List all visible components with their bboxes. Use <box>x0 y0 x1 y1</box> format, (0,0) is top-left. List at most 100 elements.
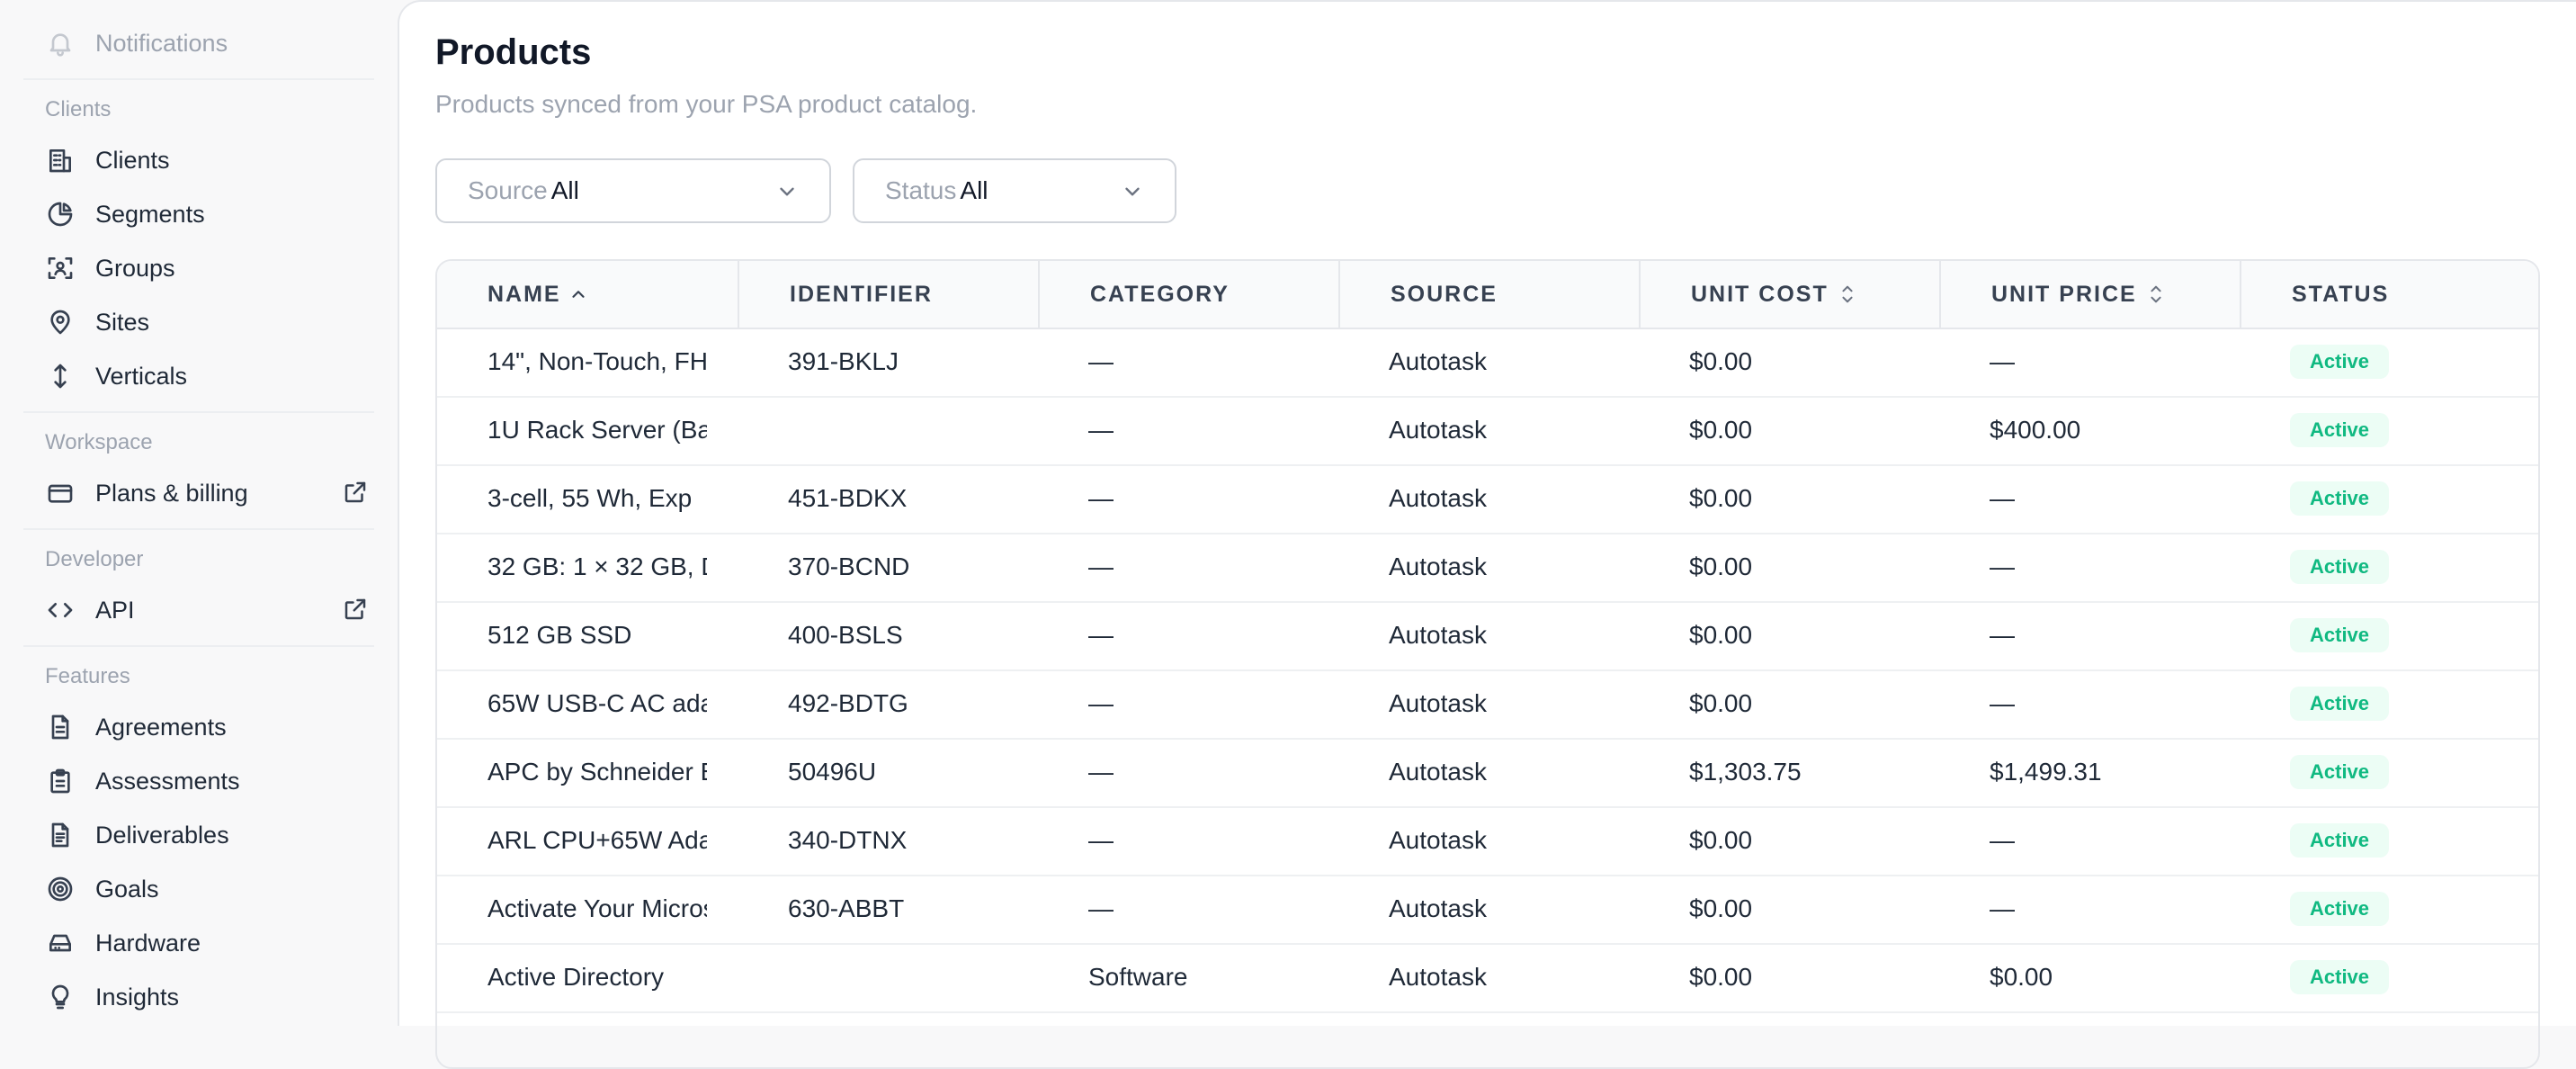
sidebar-item-assessments[interactable]: Assessments <box>45 754 369 808</box>
cell-name: APC by Schneider Electric <box>487 758 707 786</box>
column-header-name[interactable]: Name <box>437 261 738 328</box>
cell-unit-cost: $0.00 <box>1689 621 1753 649</box>
sidebar-item-insights[interactable]: Insights <box>45 970 369 1024</box>
cell-identifier: 370-BCND <box>788 552 910 580</box>
bell-icon <box>45 28 76 58</box>
arrows-vertical-icon <box>45 361 76 391</box>
cell-name: Active Directory <box>487 963 665 991</box>
cell-category: — <box>1088 758 1114 786</box>
table-row[interactable]: 65W USB-C AC adapter 492-BDTG — Autotask $0.… <box>437 669 2538 740</box>
source-filter-label: Source <box>468 176 548 204</box>
sidebar: Notifications Clients Clients Segments G… <box>0 0 398 1011</box>
target-icon <box>45 874 76 904</box>
cell-source: Autotask <box>1389 963 1487 991</box>
sidebar-item-agreements[interactable]: Agreements <box>45 700 369 754</box>
table-row[interactable]: Activate Your Microsoft 630-ABBT — Autotask… <box>437 875 2538 945</box>
sidebar-item-verticals[interactable]: Verticals <box>45 349 369 403</box>
source-filter-select[interactable]: Source All <box>435 158 831 223</box>
cell-unit-cost: $0.00 <box>1689 416 1753 444</box>
sidebar-item-label: Verticals <box>95 362 188 390</box>
status-badge: Active <box>2290 823 2390 858</box>
sidebar-item-goals[interactable]: Goals <box>45 862 369 916</box>
cell-unit-cost: $0.00 <box>1689 347 1753 375</box>
column-header-label: Category <box>1090 281 1230 307</box>
sidebar-item-deliverables[interactable]: Deliverables <box>45 808 369 862</box>
column-header-status[interactable]: Status <box>2240 261 2538 328</box>
cell-unit-cost: $0.00 <box>1689 552 1753 580</box>
sidebar-item-segments[interactable]: Segments <box>45 187 369 241</box>
table-header: Name Identifier Category Source Unit Cos… <box>437 261 2538 329</box>
cell-name: 512 GB SSD <box>487 621 632 649</box>
column-header-identifier[interactable]: Identifier <box>738 261 1038 328</box>
sidebar-item-label: Segments <box>95 200 205 228</box>
cell-name: 1U Rack Server (Base) <box>487 416 707 444</box>
column-header-category[interactable]: Category <box>1038 261 1338 328</box>
cell-unit-cost: $0.00 <box>1689 894 1753 922</box>
credit-card-icon <box>45 478 76 508</box>
table-row[interactable]: ARL CPU+65W Adapter 340-DTNX — Autotask $0.0… <box>437 806 2538 876</box>
cell-status: Active <box>2240 669 2538 738</box>
cell-category: Software <box>1088 963 1188 991</box>
cell-category: — <box>1088 416 1114 444</box>
column-header-label: Status <box>2292 281 2390 307</box>
table-row[interactable]: 512 GB SSD 400-BSLS — Autotask $0.00 — Active <box>437 601 2538 671</box>
sort-ascending-icon <box>561 284 588 304</box>
cell-identifier: 340-DTNX <box>788 826 908 854</box>
divider <box>23 528 374 530</box>
cell-source: Autotask <box>1389 484 1487 512</box>
cell-source: Autotask <box>1389 621 1487 649</box>
cell-source: Autotask <box>1389 347 1487 375</box>
table-row[interactable]: Active Directory Software Autotask $0.00 $0.… <box>437 943 2538 1013</box>
cell-category: — <box>1088 621 1114 649</box>
cell-unit-price: $0.00 <box>1990 963 2053 991</box>
sort-toggle-icon <box>1829 282 1857 307</box>
column-header-unit-cost[interactable]: Unit Cost <box>1639 261 1939 328</box>
table-row[interactable]: 32 GB: 1 × 32 GB, DDR 370-BCND — Autotask $0… <box>437 533 2538 603</box>
table-row[interactable]: 14", Non-Touch, FHD 391-BKLJ — Autotask $0.0… <box>437 328 2538 398</box>
status-badge: Active <box>2290 345 2390 379</box>
status-badge: Active <box>2290 413 2390 447</box>
column-header-label: Name <box>487 281 561 307</box>
sidebar-item-label: Plans & billing <box>95 479 248 507</box>
column-header-unit-price[interactable]: Unit Price <box>1939 261 2240 328</box>
column-header-label: Unit Price <box>1991 281 2137 307</box>
column-header-label: Source <box>1391 281 1498 307</box>
cell-status: Active <box>2240 875 2538 943</box>
divider <box>23 78 374 80</box>
page-subtitle: Products synced from your PSA product ca… <box>435 90 978 118</box>
status-filter-value: All <box>960 176 988 204</box>
status-badge: Active <box>2290 618 2390 652</box>
map-pin-icon <box>45 307 76 337</box>
table-row[interactable]: 1U Rack Server (Base) — Autotask $0.00 $400.… <box>437 396 2538 466</box>
sidebar-item-clients[interactable]: Clients <box>45 133 369 187</box>
sidebar-item-plans-billing[interactable]: Plans & billing <box>45 466 369 520</box>
cell-identifier <box>738 396 1038 464</box>
pie-chart-icon <box>45 199 76 229</box>
section-label-developer: Developer <box>45 547 144 571</box>
sidebar-item-label: Notifications <box>95 29 228 57</box>
sidebar-item-label: Groups <box>95 254 175 282</box>
status-badge: Active <box>2290 960 2390 994</box>
column-header-label: Unit Cost <box>1691 281 1829 307</box>
main-panel: Products Products synced from your PSA p… <box>398 0 2576 1069</box>
cell-unit-cost: $1,303.75 <box>1689 758 1802 786</box>
sidebar-item-api[interactable]: API <box>45 583 369 637</box>
section-label-clients: Clients <box>45 97 112 121</box>
table-row[interactable]: 3-cell, 55 Wh, Exp 451-BDKX — Autotask $0.00… <box>437 464 2538 534</box>
cell-source: Autotask <box>1389 552 1487 580</box>
sidebar-item-groups[interactable]: Groups <box>45 241 369 295</box>
status-filter-label: Status <box>885 176 957 204</box>
table-row[interactable]: APC by Schneider Electric 50496U — Autotask… <box>437 738 2538 808</box>
cell-unit-cost: $0.00 <box>1689 963 1753 991</box>
sort-toggle-icon <box>2137 282 2166 307</box>
cell-category: — <box>1088 826 1114 854</box>
cell-status: Active <box>2240 464 2538 533</box>
status-filter-select[interactable]: Status All <box>853 158 1176 223</box>
cell-status: Active <box>2240 601 2538 669</box>
section-label-workspace: Workspace <box>45 430 153 454</box>
cell-category: — <box>1088 484 1114 512</box>
column-header-source[interactable]: Source <box>1338 261 1639 328</box>
sidebar-item-notifications[interactable]: Notifications <box>45 16 369 70</box>
sidebar-item-sites[interactable]: Sites <box>45 295 369 349</box>
sidebar-item-hardware[interactable]: Hardware <box>45 916 369 970</box>
